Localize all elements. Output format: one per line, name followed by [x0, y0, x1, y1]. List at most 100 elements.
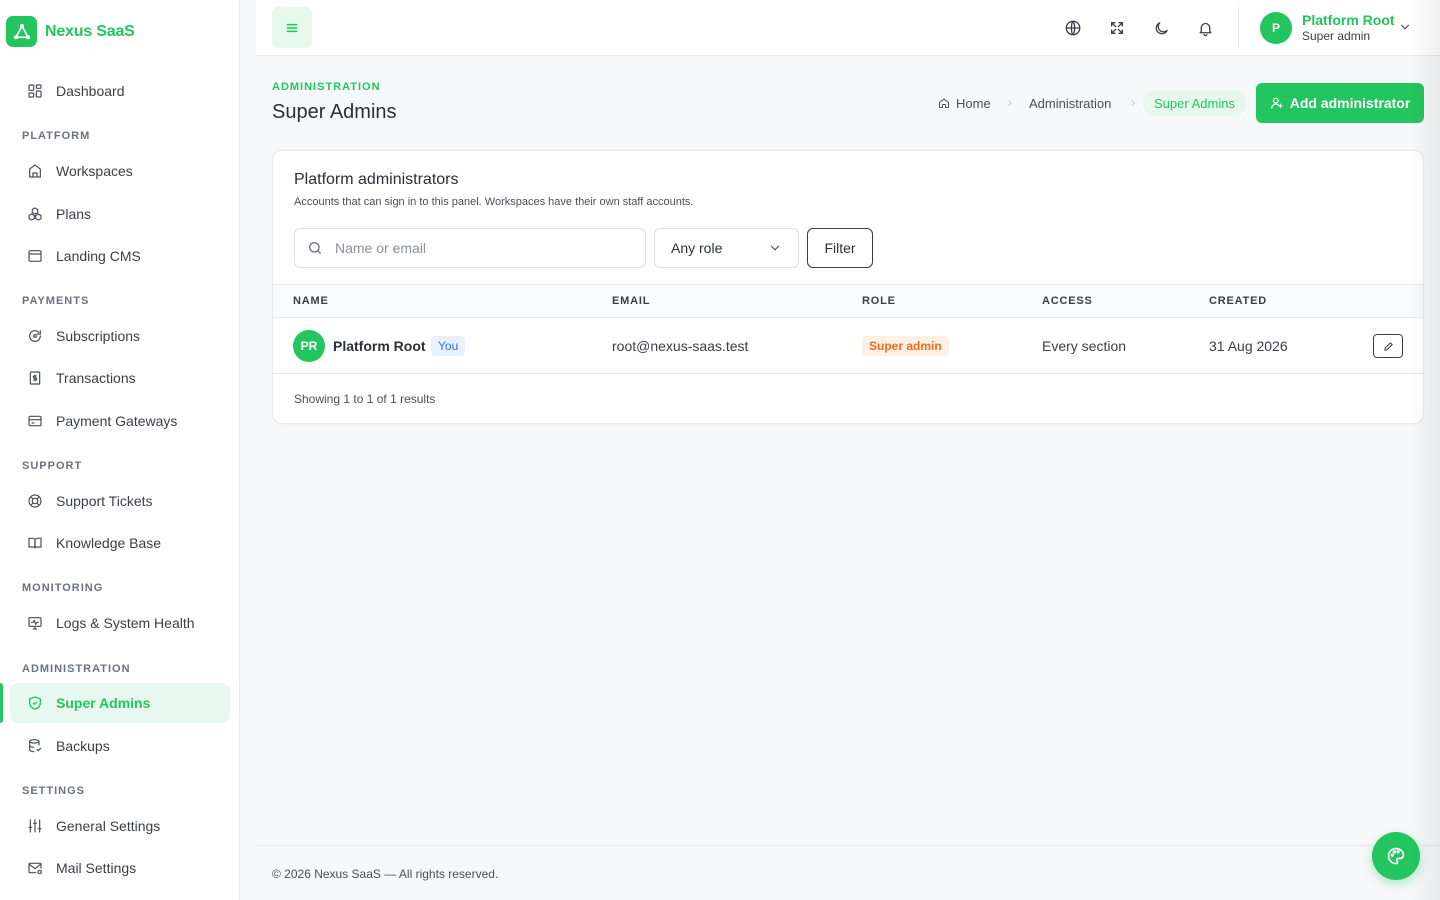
- role-select-value: Any role: [671, 240, 723, 256]
- theme-customizer-button[interactable]: [1372, 832, 1420, 880]
- sidebar-item-label: Super Admins: [56, 695, 151, 711]
- edge-shadow: [1410, 0, 1440, 900]
- chevron-down-icon[interactable]: [1398, 20, 1412, 39]
- receipt-icon: [26, 369, 44, 387]
- breadcrumb-current: Super Admins: [1143, 90, 1246, 116]
- pencil-icon: [1383, 341, 1393, 351]
- sidebar-item-label: Payment Gateways: [56, 413, 178, 429]
- breadcrumb-section-label: Administration: [1029, 95, 1112, 111]
- expand-icon: [1111, 22, 1123, 34]
- breadcrumb-current-label: Super Admins: [1143, 90, 1246, 116]
- add-administrator-label: Add administrator: [1289, 95, 1411, 111]
- table-header: NAME EMAIL ROLE ACCESS CREATED: [273, 284, 1423, 318]
- filter-button[interactable]: Filter: [807, 228, 873, 268]
- sidebar-item-label: Logs & System Health: [56, 615, 195, 631]
- bell-icon: [1199, 22, 1211, 36]
- sidebar-item-workspaces[interactable]: Workspaces: [10, 151, 230, 191]
- brand[interactable]: Nexus SaaS: [6, 16, 135, 47]
- database-icon: [26, 737, 44, 755]
- sidebar: Nexus SaaS Dashboard PLATFORM Workspaces…: [0, 0, 240, 900]
- chevron-down-icon: [770, 245, 780, 251]
- sidebar-item-plans[interactable]: Plans: [10, 194, 230, 234]
- sidebar-item-super-admins[interactable]: Super Admins: [10, 683, 230, 723]
- page-eyebrow: ADMINISTRATION: [272, 81, 381, 93]
- column-name[interactable]: NAME: [293, 295, 329, 307]
- chevron-right-icon: [1005, 96, 1015, 114]
- shield-icon: [26, 694, 44, 712]
- sidebar-item-landing-cms[interactable]: Landing CMS: [10, 236, 230, 276]
- nav-section-settings: SETTINGS: [22, 785, 86, 797]
- brand-name: Nexus SaaS: [45, 22, 135, 40]
- sidebar-item-label: Support Tickets: [56, 493, 153, 509]
- edit-button[interactable]: [1373, 334, 1403, 358]
- sidebar-item-transactions[interactable]: Transactions: [10, 358, 230, 398]
- user-menu[interactable]: P Platform Root Super admin: [1260, 12, 1395, 44]
- row-access: Every section: [1042, 338, 1127, 354]
- sidebar-item-label: Backups: [56, 738, 110, 754]
- language-button[interactable]: [1054, 8, 1092, 48]
- dashboard-icon: [26, 82, 44, 100]
- search-input[interactable]: [335, 240, 625, 256]
- menu-toggle-button[interactable]: [272, 7, 312, 48]
- sidebar-item-label: Mail Settings: [56, 860, 137, 876]
- topbar-divider: [1238, 7, 1239, 48]
- card-subtitle: Accounts that can sign in to this panel.…: [294, 196, 694, 208]
- column-created[interactable]: CREATED: [1209, 295, 1267, 307]
- page-title: Super Admins: [272, 101, 397, 123]
- sidebar-item-label: Landing CMS: [56, 248, 141, 264]
- row-created: 31 Aug 2026: [1209, 338, 1288, 354]
- pagination-summary: Showing 1 to 1 of 1 results: [294, 392, 436, 406]
- role-badge: Super admin: [862, 336, 949, 356]
- search-field[interactable]: [294, 228, 646, 268]
- nav-section-platform: PLATFORM: [22, 130, 91, 142]
- column-email[interactable]: EMAIL: [612, 295, 650, 307]
- user-info: Platform Root Super admin: [1302, 12, 1395, 44]
- search-icon: [309, 242, 321, 254]
- breadcrumb-home[interactable]: Home: [938, 90, 991, 116]
- browser-icon: [26, 247, 44, 265]
- home-icon: [939, 98, 949, 108]
- sidebar-item-support-tickets[interactable]: Support Tickets: [10, 481, 230, 521]
- row-name: Platform Root: [333, 338, 426, 354]
- moon-icon: [1155, 21, 1168, 34]
- sidebar-item-label: General Settings: [56, 818, 161, 834]
- sidebar-item-label: Transactions: [56, 370, 136, 386]
- sidebar-item-dashboard[interactable]: Dashboard: [10, 71, 230, 111]
- refresh-icon: [26, 327, 44, 345]
- add-administrator-button[interactable]: Add administrator: [1256, 83, 1424, 123]
- palette-icon: [1387, 847, 1405, 865]
- column-role[interactable]: ROLE: [862, 295, 896, 307]
- nav-section-monitoring: MONITORING: [22, 582, 104, 594]
- avatar: PR: [293, 330, 325, 362]
- credit-card-icon: [26, 412, 44, 430]
- sidebar-item-subscriptions[interactable]: Subscriptions: [10, 316, 230, 356]
- sidebar-item-label: Dashboard: [56, 83, 125, 99]
- role-select[interactable]: Any role: [654, 228, 799, 268]
- hamburger-icon: [286, 23, 298, 32]
- boxes-icon: [26, 205, 44, 223]
- theme-toggle-button[interactable]: [1142, 8, 1180, 48]
- sidebar-item-payment-gateways[interactable]: Payment Gateways: [10, 401, 230, 441]
- breadcrumb-home-label: Home: [956, 95, 991, 111]
- sliders-icon: [26, 817, 44, 835]
- fullscreen-button[interactable]: [1098, 8, 1136, 48]
- breadcrumb-administration[interactable]: Administration: [1029, 90, 1111, 116]
- notifications-button[interactable]: [1186, 8, 1224, 48]
- you-badge: You: [431, 336, 466, 356]
- sidebar-item-mail-settings[interactable]: Mail Settings: [10, 848, 230, 888]
- sidebar-item-backups[interactable]: Backups: [10, 726, 230, 766]
- table-row: PR Platform Root You root@nexus-saas.tes…: [273, 318, 1423, 374]
- column-access[interactable]: ACCESS: [1042, 295, 1093, 307]
- footer-text: © 2026 Nexus SaaS — All rights reserved.: [272, 867, 499, 881]
- lifebuoy-icon: [26, 492, 44, 510]
- monitor-pulse-icon: [26, 614, 44, 632]
- user-name: Platform Root: [1302, 12, 1395, 28]
- sidebar-item-label: Subscriptions: [56, 328, 141, 344]
- administrators-card: Platform administrators Accounts that ca…: [272, 150, 1424, 424]
- sidebar-item-general-settings[interactable]: General Settings: [10, 806, 230, 846]
- sidebar-item-logs[interactable]: Logs & System Health: [10, 603, 230, 643]
- mail-gear-icon: [26, 859, 44, 877]
- globe-icon: [1065, 20, 1081, 36]
- sidebar-item-knowledge-base[interactable]: Knowledge Base: [10, 523, 230, 563]
- chevron-right-icon: [1128, 96, 1138, 114]
